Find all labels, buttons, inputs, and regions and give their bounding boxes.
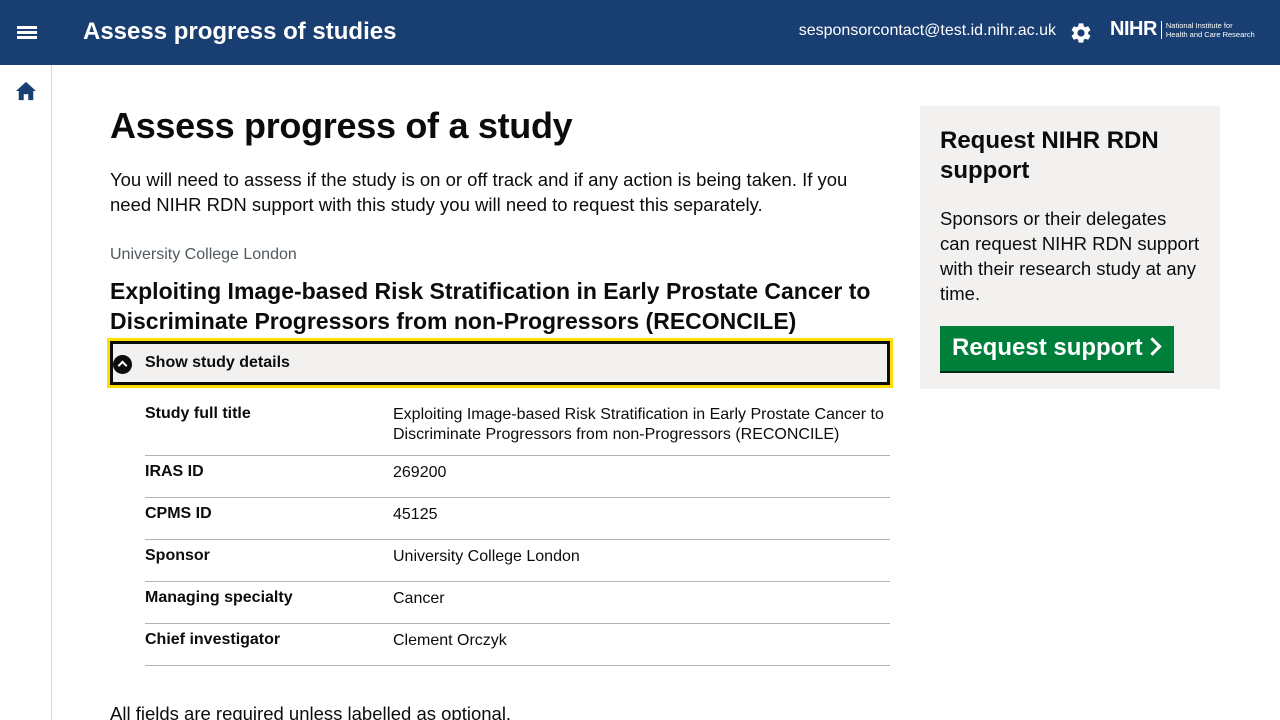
chevron-up-icon <box>113 355 132 374</box>
summary-row-chief-investigator: Chief investigator Clement Orczyk <box>145 624 890 666</box>
study-details-list: Study full title Exploiting Image-based … <box>145 398 890 666</box>
chevron-right-icon <box>1143 337 1162 356</box>
top-header: Assess progress of studies sesponsorcont… <box>0 0 1280 65</box>
intro-text: You will need to assess if the study is … <box>110 169 848 215</box>
summary-key: IRAS ID <box>145 463 204 480</box>
gear-icon[interactable] <box>1069 21 1093 45</box>
request-support-button[interactable]: Request support <box>940 326 1174 371</box>
organisation-caption: University College London <box>110 246 297 263</box>
summary-value: University College London <box>393 548 580 565</box>
summary-key: CPMS ID <box>145 505 212 522</box>
summary-key: Chief investigator <box>145 631 281 648</box>
study-title: Exploiting Image-based Risk Stratificati… <box>110 278 871 334</box>
details-toggle-label: Show study details <box>145 354 290 371</box>
side-nav <box>0 65 52 720</box>
required-fields-note: All fields are required unless labelled … <box>110 703 512 720</box>
summary-row-iras-id: IRAS ID 269200 <box>145 456 890 498</box>
request-support-panel: Request NIHR RDN support Sponsors or the… <box>920 106 1220 389</box>
page-title: Assess progress of a study <box>110 105 573 146</box>
user-email: sesponsorcontact@test.id.nihr.ac.uk <box>798 22 1056 39</box>
summary-row-cpms-id: CPMS ID 45125 <box>145 498 890 540</box>
request-support-title: Request NIHR RDN support <box>940 127 1159 184</box>
summary-value: 269200 <box>393 464 447 481</box>
logo-divider <box>1160 20 1162 39</box>
home-icon[interactable] <box>15 81 37 101</box>
logo-text-line1: National Institute for <box>1165 20 1233 30</box>
summary-row-full-title: Study full title Exploiting Image-based … <box>145 398 890 456</box>
nihr-logo[interactable]: NIHR National Institute for Health and Car… <box>1110 18 1255 44</box>
logo-mark: NIHR <box>1110 18 1157 40</box>
request-support-button-label: Request support <box>952 334 1143 361</box>
summary-value: Clement Orczyk <box>393 632 507 649</box>
show-study-details-toggle[interactable]: Show study details <box>107 338 893 388</box>
summary-key: Sponsor <box>145 547 210 564</box>
summary-row-managing-specialty: Managing specialty Cancer <box>145 582 890 624</box>
summary-key: Study full title <box>145 405 251 422</box>
logo-text: National Institute for Health and Care Re… <box>1166 21 1255 39</box>
menu-icon[interactable] <box>17 24 37 40</box>
summary-row-sponsor: Sponsor University College London <box>145 540 890 582</box>
summary-value: Cancer <box>393 590 445 607</box>
request-support-text: Sponsors or their delegates can request … <box>940 208 1200 304</box>
summary-value: 45125 <box>393 506 438 523</box>
app-title: Assess progress of studies <box>83 18 397 45</box>
logo-text-line2: Health and Care Research <box>1165 29 1255 39</box>
summary-value: Exploiting Image-based Risk Stratificati… <box>393 406 884 443</box>
summary-key: Managing specialty <box>145 589 293 606</box>
